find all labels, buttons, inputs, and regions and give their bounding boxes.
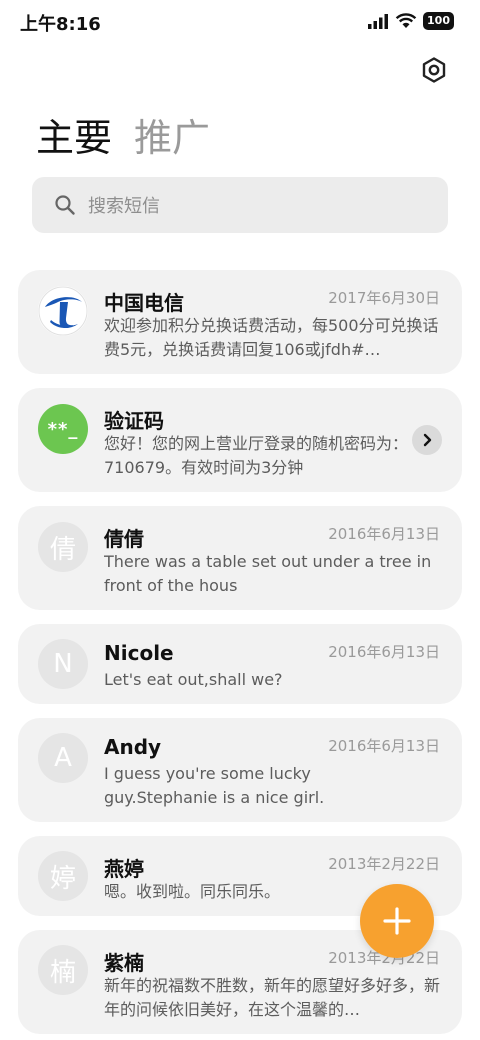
conversation-item[interactable]: 倩 倩倩 2016年6月13日 There was a table set ou…	[18, 506, 462, 610]
avatar: 婷	[38, 851, 88, 901]
settings-button[interactable]	[416, 52, 452, 88]
chevron-right-icon	[423, 433, 432, 447]
message-preview: There was a table set out under a tree i…	[104, 552, 432, 595]
avatar: **_	[38, 404, 88, 454]
conversation-item[interactable]: A Andy 2016年6月13日 I guess you're some lu…	[18, 718, 462, 822]
avatar	[38, 286, 88, 336]
search-input[interactable]: 搜索短信	[32, 177, 448, 233]
message-date: 2016年6月13日	[328, 737, 440, 755]
signal-icon	[368, 14, 389, 29]
compose-button[interactable]	[360, 884, 434, 958]
message-date: 2013年2月22日	[328, 855, 440, 873]
china-telecom-logo-icon	[38, 286, 88, 336]
conversation-item[interactable]: 中国电信 2017年6月30日 欢迎参加积分兑换话费活动，每500分可兑换话费5…	[18, 270, 462, 374]
message-date: 2017年6月30日	[328, 289, 440, 307]
contact-name: 倩倩	[104, 527, 144, 551]
tab-primary[interactable]: 主要	[36, 112, 112, 164]
search-icon	[55, 195, 75, 215]
contact-name: Andy	[104, 735, 162, 759]
status-icons: 100	[367, 12, 454, 30]
avatar: 倩	[38, 522, 88, 572]
avatar: N	[38, 639, 88, 689]
contact-name: 紫楠	[104, 951, 144, 975]
expand-button[interactable]	[412, 425, 442, 455]
message-preview: 新年的祝福数不胜数，新年的愿望好多好多，新年的问候依旧美好，在这个温馨的…	[104, 976, 440, 1019]
message-date: 2016年6月13日	[328, 643, 440, 661]
avatar: A	[38, 733, 88, 783]
tab-promotions[interactable]: 推广	[134, 112, 210, 164]
gear-icon	[422, 57, 446, 83]
conversation-item[interactable]: N Nicole 2016年6月13日 Let's eat out,shall …	[18, 624, 462, 704]
message-preview: I guess you're some lucky guy.Stephanie …	[104, 764, 325, 807]
message-preview: Let's eat out,shall we?	[104, 670, 283, 689]
plus-icon	[383, 907, 411, 935]
message-date: 2016年6月13日	[328, 525, 440, 543]
search-placeholder: 搜索短信	[88, 196, 160, 217]
tab-bar: 主要 推广	[36, 112, 210, 164]
battery-icon: 100	[423, 12, 454, 30]
message-preview: 欢迎参加积分兑换话费活动，每500分可兑换话费5元，兑换话费请回复106或jfd…	[104, 316, 439, 359]
wifi-icon	[395, 13, 417, 28]
status-time: 上午8:16	[20, 14, 101, 35]
contact-name: 验证码	[104, 409, 164, 433]
contact-name: Nicole	[104, 641, 174, 665]
message-preview: 您好！您的网上营业厅登录的随机密码为：710679。有效时间为3分钟	[104, 434, 409, 477]
contact-name: 燕婷	[104, 857, 144, 881]
status-bar: 上午8:16 100	[0, 0, 480, 44]
avatar: 楠	[38, 945, 88, 995]
conversation-item[interactable]: **_ 验证码 您好！您的网上营业厅登录的随机密码为：710679。有效时间为3…	[18, 388, 462, 492]
contact-name: 中国电信	[104, 291, 184, 315]
